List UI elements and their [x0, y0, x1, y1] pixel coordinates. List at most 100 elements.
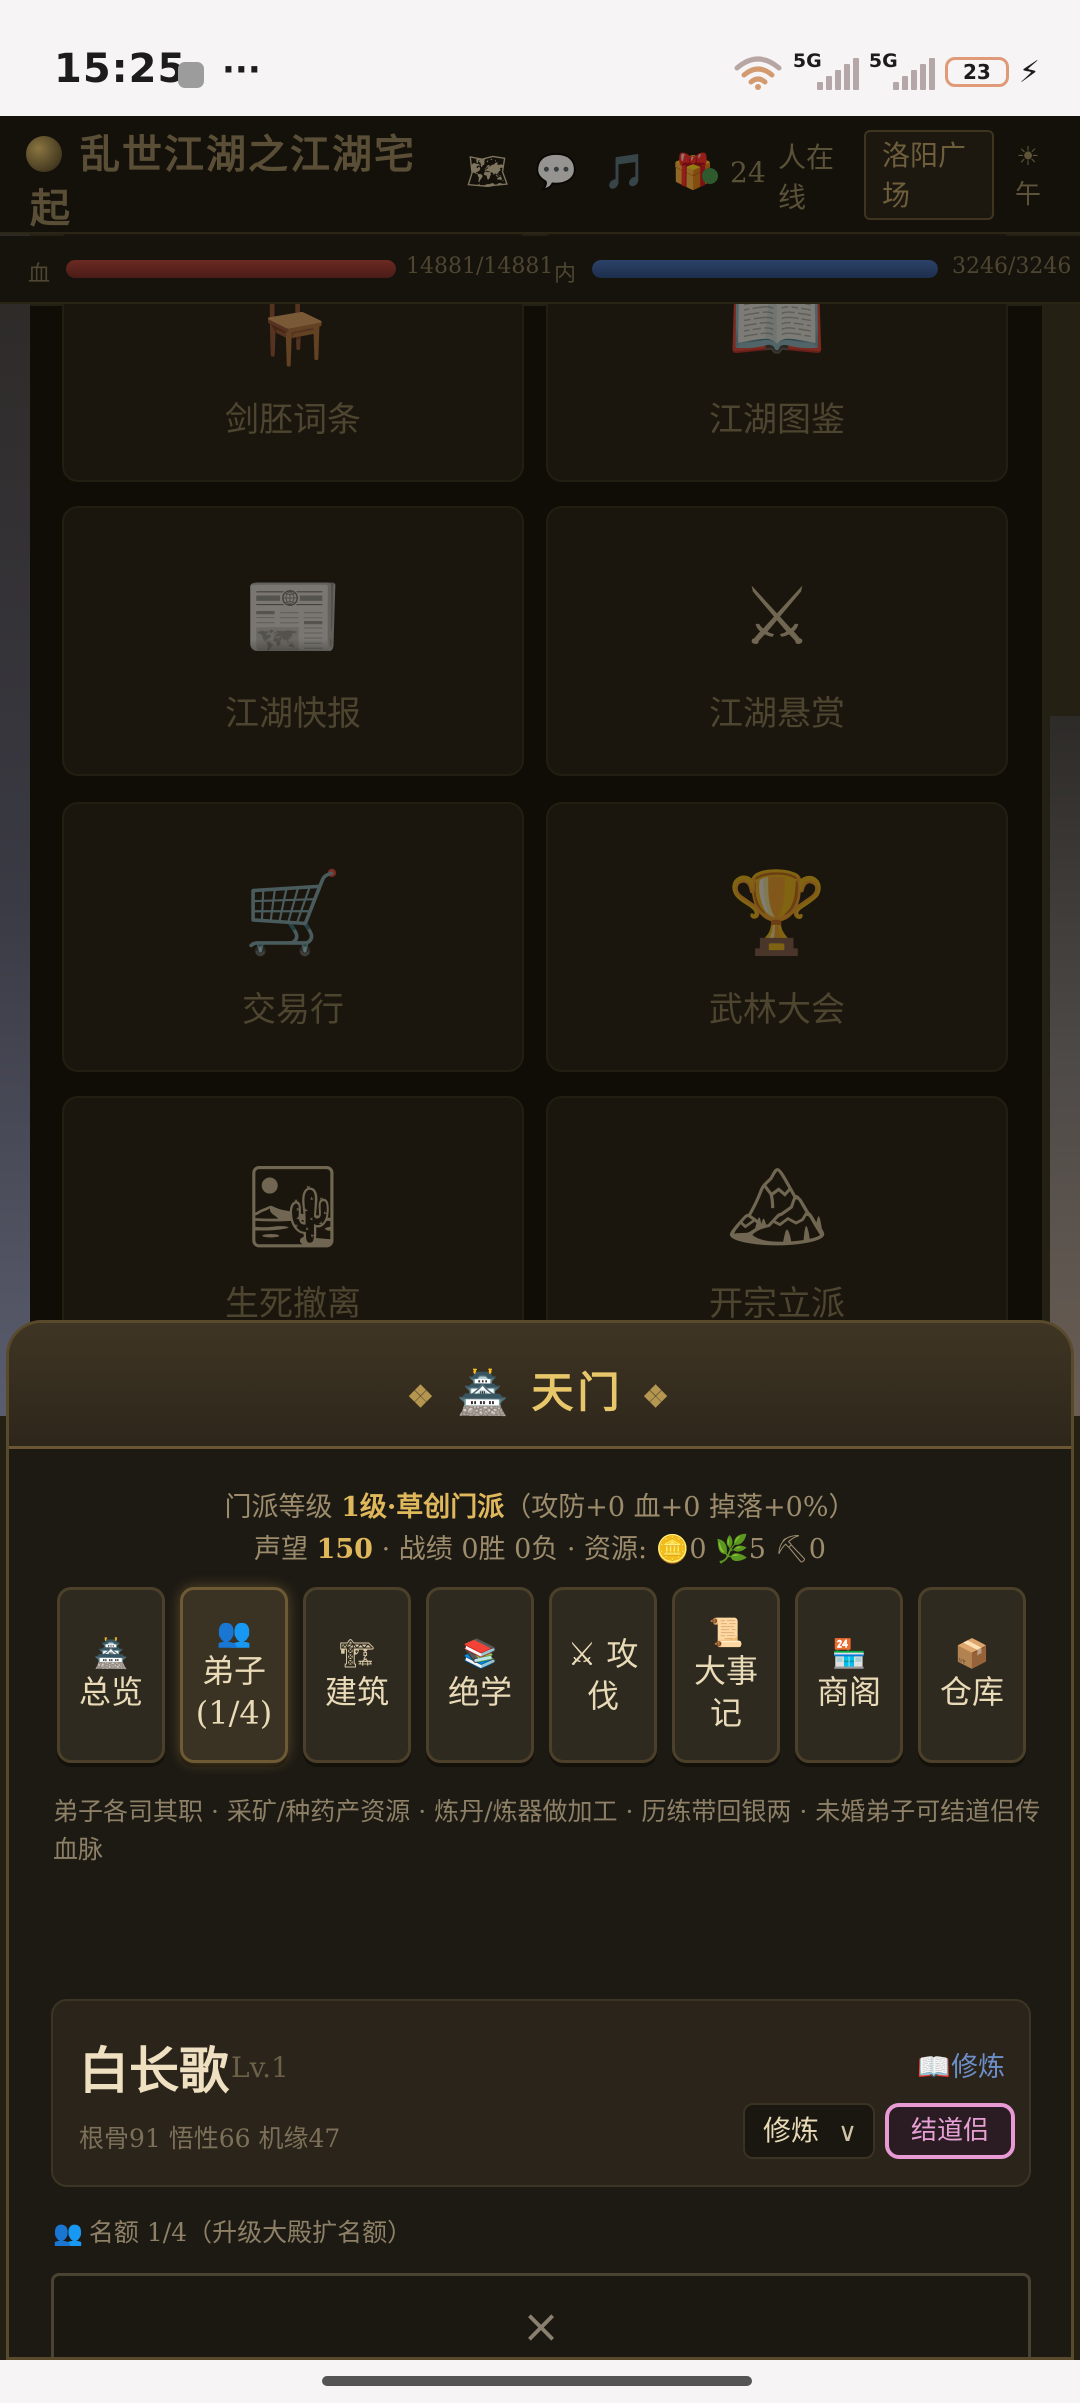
tab-label: 大事记: [693, 1652, 758, 1732]
tab-label: 弟子(1/4): [195, 1652, 273, 1732]
feature-label: 江湖图鉴: [709, 400, 845, 440]
store-icon: 🏪: [831, 1637, 867, 1670]
sect-name: 天门: [531, 1368, 624, 1417]
sect-resource-line: 声望 150 · 战绩 0胜 0负 · 资源: 🪙0 🌿5 ⛏0: [9, 1529, 1071, 1571]
tab-attack[interactable]: ⚔ 攻伐: [549, 1587, 657, 1763]
battery-icon: 23: [944, 57, 1009, 87]
job-selected: 修炼: [763, 2114, 820, 2147]
hp-label: 血: [28, 262, 51, 287]
header-icons: 🗺 💬 🎵 🎁: [466, 152, 714, 192]
tab-label: 仓库: [939, 1673, 1004, 1711]
tab-warehouse[interactable]: 📦 仓库: [918, 1587, 1026, 1763]
battery-level: 23: [963, 60, 991, 84]
mp-value: 3246/3246: [952, 254, 1072, 279]
tab-label: 商阁: [816, 1673, 881, 1711]
quota-row: 👥 名额 1/4（升级大殿扩名额）: [53, 2213, 412, 2249]
coin-icon: 🪙: [655, 1534, 690, 1565]
tab-overview[interactable]: 🏯 总览: [57, 1587, 165, 1763]
game-title: 乱世江湖之江湖宅起: [30, 131, 416, 232]
net-type-label-2: 5G: [868, 50, 898, 72]
feature-label: 剑胚词条: [225, 400, 361, 440]
disciple-level: Lv.1: [231, 2051, 289, 2084]
books-icon: 📚: [462, 1637, 498, 1670]
disciples-description: 弟子各司其职 · 采矿/种药产资源 · 炼丹/炼器做加工 · 历练带回银两 · …: [53, 1797, 1041, 1864]
signal-5g-icon-2: 5G: [869, 50, 935, 90]
scroll-icon: 📜: [708, 1616, 744, 1649]
home-indicator[interactable]: [322, 2376, 752, 2386]
marry-button[interactable]: 结道侣: [885, 2103, 1015, 2159]
feature-card-trade[interactable]: 🛒 交易行: [62, 802, 524, 1072]
charging-icon: ⚡: [1018, 54, 1040, 90]
hp-bar: [66, 260, 396, 278]
status-bar: 15:25 ··· 5G 5G 23 ⚡: [0, 0, 1080, 116]
coin-value: 0: [689, 1534, 707, 1565]
sheet-header: ❖ 🏯 天门 ❖: [9, 1323, 1071, 1449]
sect-tabs: 🏯 总览 👥 弟子(1/4) 🏗 建筑 📚 绝学 ⚔ 攻伐 📜 大事记 🏪 商阁…: [49, 1587, 1039, 1767]
feature-label: 交易行: [242, 990, 344, 1030]
feature-label: 武林大会: [709, 990, 845, 1030]
notification-app-icon: [178, 62, 204, 88]
feature-label: 开宗立派: [709, 1284, 845, 1324]
construction-icon: 🏗: [339, 1637, 375, 1670]
mp-fill: [592, 260, 938, 278]
sect-level-line: 门派等级 1级·草创门派（攻防+0 血+0 掉落+0%）: [9, 1487, 1071, 1529]
people-icon: 👥: [216, 1616, 252, 1649]
online-label: 人在线: [778, 141, 835, 214]
tab-label: 总览: [78, 1673, 143, 1711]
level-bonus: （攻防+0 血+0 掉落+0%）: [504, 1492, 856, 1523]
tab-chronicle[interactable]: 📜 大事记: [672, 1587, 780, 1763]
pagoda-icon: 🏯: [93, 1637, 129, 1670]
sect-sheet: ❖ 🏯 天门 ❖ 门派等级 1级·草创门派（攻防+0 血+0 掉落+0%） 声望…: [6, 1320, 1074, 2360]
newspaper-icon: 📰: [243, 570, 343, 663]
background-scenery: [0, 116, 30, 1416]
signal-5g-icon: 5G: [793, 50, 859, 90]
time-of-day: ☀ 午: [1014, 142, 1041, 210]
online-status-icon: [702, 168, 718, 184]
sheet-title-row: ❖ 🏯 天门 ❖: [9, 1359, 1071, 1420]
tab-buildings[interactable]: 🏗 建筑: [303, 1587, 411, 1763]
chat-icon[interactable]: 💬: [535, 152, 577, 192]
mp-bar: [592, 260, 938, 278]
sect-level: 1级·草创门派: [341, 1492, 505, 1523]
online-count: 24: [730, 156, 766, 189]
reputation-label: 声望: [254, 1534, 317, 1565]
system-nav-bar: [0, 2360, 1080, 2403]
hp-value: 14881/14881: [406, 254, 554, 279]
people-icon: 👥: [53, 2219, 83, 2247]
disciple-name: 白长歌: [79, 2041, 229, 2100]
more-notifications-icon: ···: [222, 50, 261, 90]
map-icon[interactable]: 🗺: [466, 152, 509, 192]
feature-card-news[interactable]: 📰 江湖快报: [62, 506, 524, 776]
recruit-slot-button[interactable]: ×: [51, 2273, 1031, 2357]
ornament-icon: ❖: [407, 1380, 438, 1415]
job-select[interactable]: 修炼 ∨: [743, 2103, 875, 2159]
mountain-icon: 🏔: [726, 1160, 828, 1253]
ornament-icon: ❖: [642, 1380, 673, 1415]
trophy-icon: 🏆: [727, 866, 827, 959]
feature-card-bounty[interactable]: ⚔ 江湖悬赏: [546, 506, 1008, 776]
disciple-card: 白长歌 Lv.1 📖修炼 根骨91 悟性66 机缘47 修炼 ∨ 结道侣: [51, 1999, 1031, 2187]
chevron-down-icon: ∨: [837, 2118, 857, 2148]
herb-icon: 🌿: [715, 1534, 749, 1565]
herb-value: 5: [748, 1534, 766, 1565]
quota-text: 名额 1/4（升级大殿扩名额）: [88, 2218, 413, 2247]
tab-label: 绝学: [447, 1673, 512, 1711]
feature-label: 江湖快报: [225, 694, 361, 734]
feature-label: 生死撤离: [225, 1284, 361, 1324]
feature-card-tournament[interactable]: 🏆 武林大会: [546, 802, 1008, 1072]
tab-disciples[interactable]: 👥 弟子(1/4): [180, 1587, 288, 1763]
music-icon[interactable]: 🎵: [604, 152, 646, 192]
crossed-swords-icon: ⚔: [741, 570, 813, 663]
pickaxe-icon: ⛏: [774, 1534, 809, 1565]
box-icon: 📦: [954, 1637, 990, 1670]
tab-skills[interactable]: 📚 绝学: [426, 1587, 534, 1763]
location-button[interactable]: 洛阳广场: [864, 130, 994, 220]
cultivate-link[interactable]: 📖修炼: [917, 2045, 1005, 2084]
tab-label: ⚔ 攻伐: [567, 1635, 639, 1715]
tab-label: 建筑: [324, 1673, 389, 1711]
close-icon: ×: [521, 2299, 561, 2353]
sect-info: 门派等级 1级·草创门派（攻防+0 血+0 掉落+0%） 声望 150 · 战绩…: [9, 1487, 1071, 1571]
mp-label: 内: [554, 262, 577, 287]
tab-shop[interactable]: 🏪 商阁: [795, 1587, 903, 1763]
wifi-icon: [733, 54, 783, 90]
